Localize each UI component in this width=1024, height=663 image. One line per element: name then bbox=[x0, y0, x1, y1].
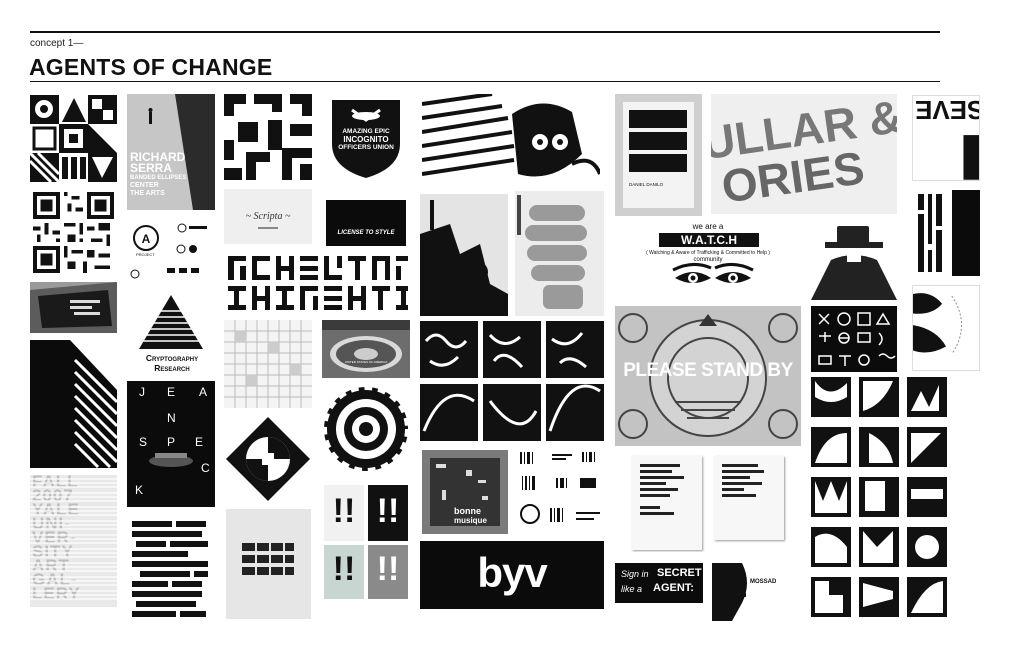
exclamation-mark: !! bbox=[376, 492, 400, 530]
seven-type-tile: SEVE bbox=[912, 95, 980, 181]
poster-letter: K bbox=[135, 483, 144, 497]
illustrated-spy-tile bbox=[422, 94, 600, 186]
ink-tile-grid bbox=[811, 377, 949, 621]
maze-lettering-tile bbox=[228, 256, 408, 310]
svg-text:~ Scripta ~: ~ Scripta ~ bbox=[246, 211, 291, 222]
byv-logo-text: byv bbox=[477, 549, 547, 596]
poster-letter: A bbox=[199, 385, 208, 399]
poster-word: bonne bbox=[454, 506, 481, 516]
book-author: DANIEL DANILO bbox=[629, 182, 664, 187]
poster-letter: E bbox=[167, 385, 176, 399]
sign-text: Sign in bbox=[621, 569, 649, 579]
exclamation-mark: !! bbox=[376, 550, 400, 588]
calligraphy-grid-tile bbox=[420, 321, 604, 441]
poster-line: CENTER bbox=[130, 182, 159, 189]
badge-line: OFFICERS UNION bbox=[338, 144, 394, 151]
bonne-musique-poster: bonne musique bbox=[422, 450, 508, 534]
sign-text: AGENT: bbox=[653, 582, 694, 594]
geometric-pattern-tile bbox=[224, 94, 312, 180]
license-to-style-label: LICENSE TO STYLE bbox=[337, 230, 395, 236]
secret-agent-sign: Sign in SECRET like a AGENT: bbox=[615, 563, 703, 603]
poster-letter: S bbox=[139, 435, 148, 449]
halftone-hands-poster bbox=[515, 191, 604, 316]
poster-line: THE ARTS bbox=[130, 190, 165, 197]
stories-type-tile: ULLAR & ORIES bbox=[711, 94, 897, 214]
badge-line: INCOGNITO bbox=[343, 135, 389, 144]
project-label: PROJECT bbox=[136, 252, 155, 257]
stencil-poster bbox=[226, 509, 311, 619]
cut-paper-tile bbox=[912, 285, 980, 371]
page-title: AGENTS OF CHANGE bbox=[29, 54, 273, 80]
yale-poster: FALL 2007 YALE UNI- VER- SITY ART GAL- L… bbox=[30, 475, 117, 607]
please-stand-by-text: PLEASE STAND BY bbox=[623, 360, 793, 381]
script-logo-card: ~ Scripta ~ bbox=[224, 189, 312, 244]
mosaic-tile bbox=[30, 95, 117, 182]
qr-code-tile bbox=[33, 192, 114, 273]
abstract-emblem-tile bbox=[224, 415, 312, 503]
header-top-rule bbox=[30, 31, 940, 33]
mossad-label: MOSSAD bbox=[750, 579, 777, 585]
seal-label: UNITED STATES OF AMERICA bbox=[344, 360, 388, 364]
poster-letter: C bbox=[201, 461, 210, 475]
cryptography-research-logo: Cryptography Research bbox=[127, 289, 215, 371]
poster-line: SERRA bbox=[130, 161, 173, 175]
project-logo-tile: A PROJECT bbox=[127, 218, 215, 280]
concept-label: concept 1— bbox=[30, 38, 84, 49]
barcode-icons-sheet bbox=[516, 448, 604, 534]
daniel-danilo-book: DANIEL DANILO bbox=[615, 94, 702, 216]
icon-set-tile bbox=[811, 306, 897, 372]
poster-letter: P bbox=[167, 435, 176, 449]
exclamation-mark: !! bbox=[332, 492, 356, 530]
sign-text: SECRET bbox=[657, 567, 702, 579]
officers-union-badge: AMAZING EPIC INCOGNITO OFFICERS UNION bbox=[326, 94, 406, 180]
poster-letter: N bbox=[167, 411, 176, 425]
jean-speck-poster: J E A N S P E C K bbox=[127, 381, 215, 507]
vertical-type-tile bbox=[912, 190, 980, 276]
redacted-book-photo bbox=[30, 282, 117, 333]
watch-community-flyer: we are a W.A.T.C.H ( Watching & Aware of… bbox=[615, 222, 801, 302]
cryptography-research-label: Cryptography Research bbox=[145, 353, 199, 371]
header-bottom-rule bbox=[30, 81, 940, 82]
please-stand-by-card: PLEASE STAND BY bbox=[615, 306, 801, 446]
sign-text: like a bbox=[621, 584, 643, 594]
hat-silhouette-tile bbox=[811, 220, 897, 300]
byv-logo-banner: byv bbox=[420, 541, 604, 609]
richard-serra-poster: RICHARD SERRA BANDED ELLIPSES CENTER THE… bbox=[127, 94, 215, 210]
poster-letter: J bbox=[139, 385, 145, 399]
exclamation-mark: !! bbox=[332, 550, 356, 588]
mossad-poster: MOSSAD bbox=[712, 563, 780, 621]
seal-floor-photo: UNITED STATES OF AMERICA bbox=[322, 320, 410, 378]
concentric-target-tile bbox=[322, 385, 410, 473]
svg-text:A: A bbox=[142, 232, 151, 246]
poster-line: BANDED ELLIPSES bbox=[130, 175, 187, 181]
poster-letter: E bbox=[195, 435, 204, 449]
poster-word: musique bbox=[454, 516, 487, 525]
striped-building-tile bbox=[30, 340, 117, 468]
exclamation-posters-tile: !! !! !! !! bbox=[322, 483, 410, 601]
silhouette-photo bbox=[420, 194, 508, 316]
typewriter-cards bbox=[630, 452, 788, 552]
grid-pattern-tile bbox=[224, 320, 312, 408]
redacted-document bbox=[130, 517, 212, 621]
license-to-style-card: LICENSE TO STYLE bbox=[326, 200, 406, 246]
